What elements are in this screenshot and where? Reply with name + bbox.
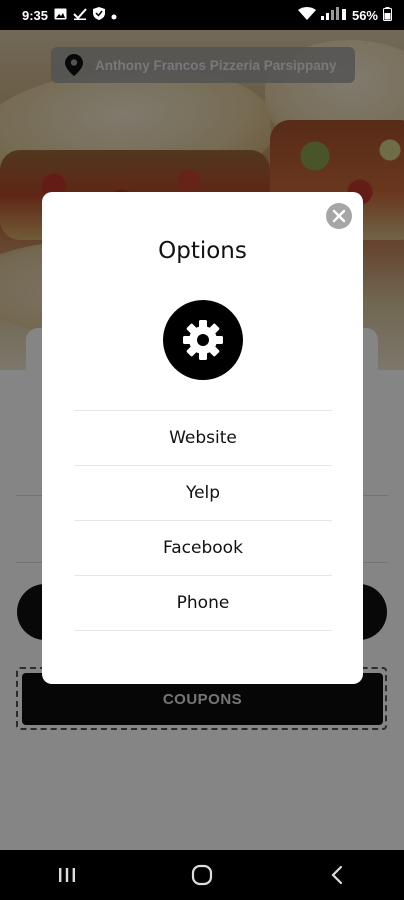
- image-icon: [54, 8, 67, 23]
- shield-icon: [93, 7, 106, 23]
- options-list: Website Yelp Facebook Phone: [74, 410, 332, 631]
- option-facebook[interactable]: Facebook: [74, 520, 332, 575]
- battery-icon: [383, 6, 392, 24]
- close-icon: [332, 209, 346, 223]
- status-time: 9:35: [22, 7, 49, 23]
- home-button[interactable]: [172, 855, 232, 895]
- gear-icon: [183, 320, 223, 360]
- option-yelp[interactable]: Yelp: [74, 465, 332, 520]
- app-screen: 9:35 56% Anthony Francos Pizzeria Parsip…: [0, 0, 404, 900]
- divider: [74, 630, 332, 631]
- battery-percent: 56%: [351, 7, 378, 23]
- recents-icon: [59, 868, 76, 882]
- system-nav-bar: [0, 850, 404, 900]
- gear-icon-badge: [163, 300, 243, 380]
- status-bar: 9:35 56%: [0, 0, 404, 30]
- option-website[interactable]: Website: [74, 410, 332, 465]
- option-phone[interactable]: Phone: [74, 575, 332, 630]
- back-icon: [331, 865, 342, 885]
- close-button[interactable]: [326, 203, 352, 229]
- home-icon: [191, 864, 213, 886]
- check-icon: [73, 7, 87, 23]
- dot-icon: [111, 8, 117, 23]
- modal-title: Options: [158, 238, 247, 264]
- options-modal: Options Website Yelp Facebook Phone: [42, 192, 363, 684]
- recents-button[interactable]: [37, 855, 97, 895]
- signal-icon: [320, 7, 347, 23]
- back-button[interactable]: [307, 855, 367, 895]
- wifi-icon: [297, 7, 316, 23]
